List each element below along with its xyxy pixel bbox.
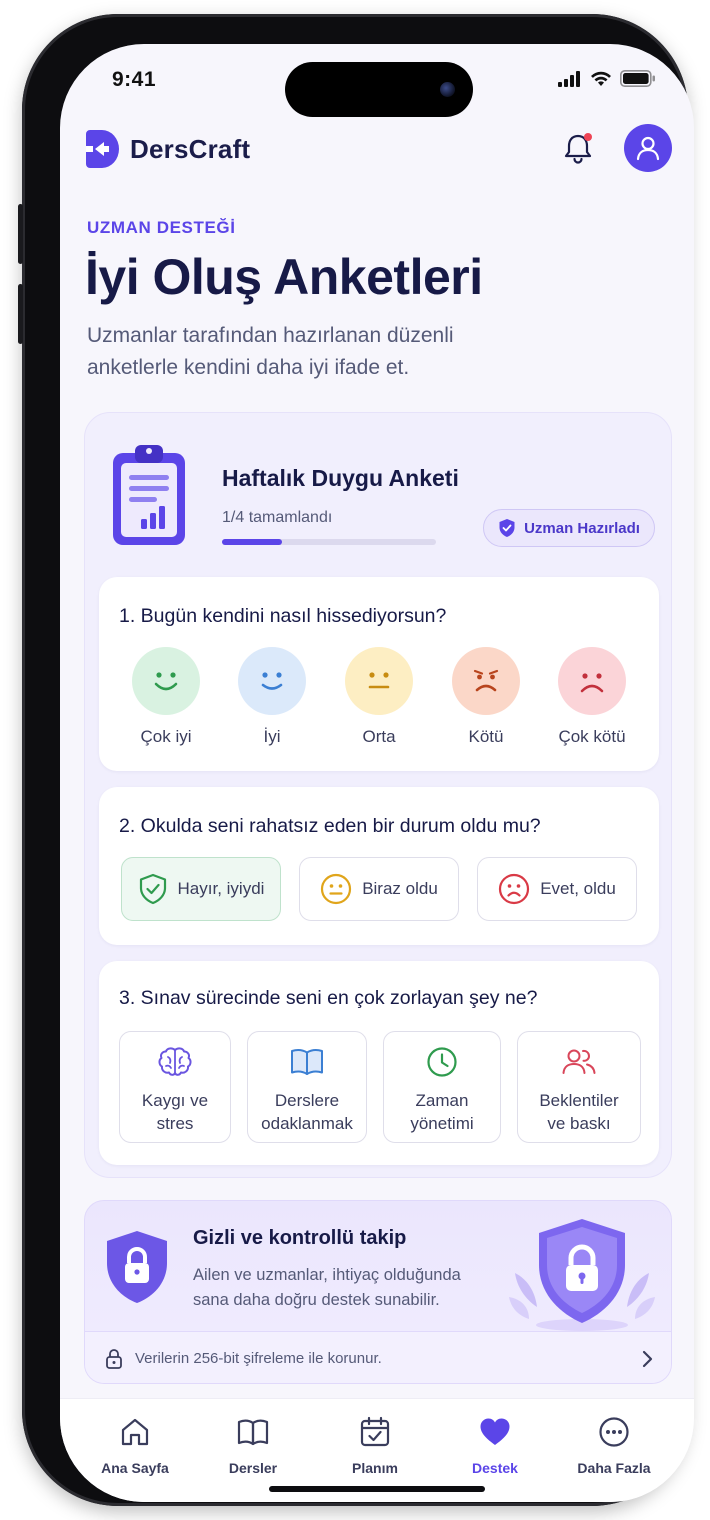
survey-progress-bar	[222, 539, 436, 545]
tab-plan[interactable]: Planım	[320, 1415, 430, 1476]
survey-progress-text: 1/4 tamamlandı	[222, 509, 333, 526]
mood-option-neutral[interactable]: Orta	[324, 647, 434, 747]
page-subtitle: Uzmanlar tarafından hazırlanan düzenli a…	[87, 324, 454, 379]
privacy-description: Ailen ve uzmanlar, ihtiyaç olduğunda san…	[193, 1266, 461, 1309]
answer-option-a-little[interactable]: Biraz oldu	[299, 857, 459, 921]
answer-label: Biraz oldu	[362, 879, 438, 898]
privacy-card[interactable]: Gizli ve kontrollü takip Ailen ve uzmanl…	[84, 1200, 672, 1384]
chevron-right-icon	[642, 1350, 653, 1368]
privacy-title: Gizli ve kontrollü takip	[193, 1227, 407, 1249]
shield-check-icon	[499, 519, 515, 537]
answer-option-yes[interactable]: Evet, oldu	[477, 857, 637, 921]
battery-icon	[620, 70, 655, 87]
app-header: DersCraft	[86, 124, 674, 174]
bell-icon	[564, 134, 592, 164]
calendar-check-icon	[360, 1416, 390, 1447]
mood-label: Çok kötü	[558, 727, 626, 746]
screen: 9:41 DersCraft UZMAN DESTEĞİ İyi Oluş An…	[60, 44, 694, 1502]
clipboard-chart-icon	[113, 445, 185, 545]
question-1-title: 1. Bugün kendini nasıl hissediyorsun?	[119, 605, 447, 627]
answer-option-no[interactable]: Hayır, iyiydi	[121, 857, 281, 921]
mood-option-very-bad[interactable]: Çok kötü	[537, 647, 647, 747]
tab-support[interactable]: Destek	[440, 1415, 550, 1476]
neutral-face-icon	[321, 873, 352, 905]
challenge-option-time[interactable]: Zaman yönetimi	[383, 1031, 501, 1143]
expert-badge-label: Uzman Hazırladı	[524, 519, 640, 537]
tab-label: Destek	[472, 1460, 518, 1476]
book-icon	[291, 1049, 323, 1075]
derscraft-logo-icon	[86, 130, 119, 168]
lock-icon	[106, 1349, 122, 1369]
phone-frame: 9:41 DersCraft UZMAN DESTEĞİ İyi Oluş An…	[18, 14, 694, 1506]
notification-dot	[584, 133, 592, 141]
mood-option-very-good[interactable]: Çok iyi	[111, 647, 221, 747]
expert-badge: Uzman Hazırladı	[483, 509, 655, 547]
tab-label: Planım	[352, 1460, 398, 1476]
challenge-option-anxiety[interactable]: Kaygı ve stres	[119, 1031, 231, 1143]
mood-label: İyi	[263, 727, 281, 746]
mood-label: Orta	[362, 727, 396, 746]
tab-label: Dersler	[228, 1460, 278, 1476]
user-icon	[636, 136, 660, 161]
answer-label: Evet, oldu	[540, 879, 616, 898]
profile-avatar[interactable]	[624, 124, 672, 172]
challenge-option-focus[interactable]: Derslere odaklanmak	[247, 1031, 367, 1143]
challenge-option-expectations[interactable]: Beklentiler ve baskı	[517, 1031, 641, 1143]
tab-label: Ana Sayfa	[101, 1460, 169, 1476]
mood-options: Çok iyi İyi Orta Kötü Çok kötü	[99, 647, 659, 757]
challenge-label: Beklentiler ve baskı	[539, 1091, 619, 1133]
shield-lock-icon	[107, 1231, 167, 1303]
volume-down-button	[18, 284, 23, 344]
volume-up-button	[18, 204, 23, 264]
survey-card: Haftalık Duygu Anketi 1/4 tamamlandı Uzm…	[84, 412, 672, 1178]
tab-home[interactable]: Ana Sayfa	[80, 1415, 190, 1476]
question-card-1: 1. Bugün kendini nasıl hissediyorsun? Ço…	[99, 577, 659, 771]
challenge-label: Derslere odaklanmak	[261, 1091, 353, 1133]
privacy-footer[interactable]: Verilerin 256-bit şifreleme ile korunur.	[85, 1331, 671, 1383]
question-2-title: 2. Okulda seni rahatsız eden bir durum o…	[119, 815, 541, 837]
page-title: İyi Oluş Anketleri	[85, 249, 483, 305]
more-icon	[599, 1417, 629, 1447]
challenge-label: Zaman yönetimi	[410, 1091, 474, 1133]
shield-check-icon	[139, 873, 166, 905]
very-sad-face-icon	[558, 647, 626, 715]
app-name: DersCraft	[130, 133, 251, 164]
very-happy-face-icon	[132, 647, 200, 715]
signal-icon	[558, 70, 580, 87]
question-card-2: 2. Okulda seni rahatsız eden bir durum o…	[99, 787, 659, 945]
heart-icon	[480, 1418, 510, 1445]
mood-option-good[interactable]: İyi	[217, 647, 327, 747]
tab-lessons[interactable]: Dersler	[198, 1415, 308, 1476]
dynamic-island	[285, 62, 473, 117]
survey-title: Haftalık Duygu Anketi	[222, 465, 459, 491]
answer-label: Hayır, iyiydi	[177, 879, 265, 898]
people-icon	[562, 1049, 596, 1074]
mood-label: Çok iyi	[140, 727, 192, 746]
home-icon	[121, 1418, 149, 1446]
challenge-label: Kaygı ve stres	[141, 1091, 209, 1133]
happy-face-icon	[238, 647, 306, 715]
sad-face-icon	[499, 873, 530, 905]
shield-lock-illustration	[509, 1219, 655, 1331]
wifi-icon	[591, 71, 611, 86]
status-icons	[558, 70, 656, 87]
section-eyebrow: UZMAN DESTEĞİ	[87, 218, 236, 237]
mood-label: Kötü	[468, 727, 504, 746]
tab-more[interactable]: Daha Fazla	[559, 1415, 669, 1476]
tab-label: Daha Fazla	[577, 1460, 651, 1476]
survey-progress-fill	[222, 539, 282, 545]
question-3-title: 3. Sınav sürecinde seni en çok zorlayan …	[119, 987, 538, 1009]
mood-option-bad[interactable]: Kötü	[431, 647, 541, 747]
home-indicator	[269, 1486, 485, 1492]
book-icon	[237, 1419, 269, 1446]
neutral-face-icon	[345, 647, 413, 715]
status-time: 9:41	[112, 68, 157, 91]
privacy-footer-text: Verilerin 256-bit şifreleme ile korunur.	[135, 1350, 382, 1367]
notifications-button[interactable]	[558, 128, 598, 168]
clock-icon	[427, 1047, 457, 1077]
camera-icon	[440, 82, 455, 97]
sad-face-icon	[452, 647, 520, 715]
brain-icon	[158, 1047, 192, 1076]
question-card-3: 3. Sınav sürecinde seni en çok zorlayan …	[99, 961, 659, 1165]
